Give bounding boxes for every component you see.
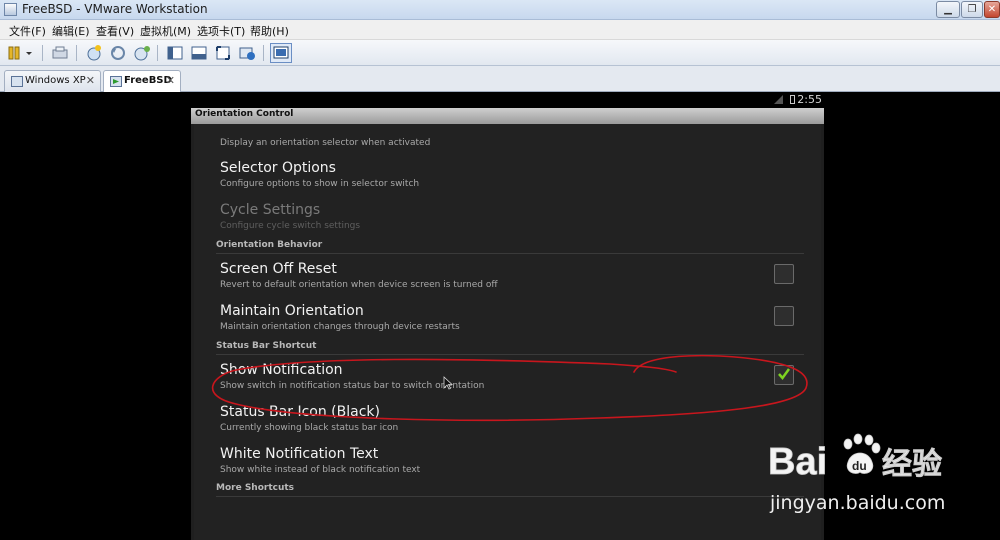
vmware-window: FreeBSD - VMware Workstation ▁ ❐ ✕ 文件(F)… <box>0 0 1000 540</box>
pref-maintain-orientation[interactable]: Maintain Orientation Maintain orientatio… <box>220 303 790 339</box>
title-bar: FreeBSD - VMware Workstation ▁ ❐ ✕ <box>0 0 1000 20</box>
menu-help[interactable]: 帮助(H) <box>250 23 289 39</box>
baidu-watermark-url: jingyan.baidu.com <box>770 492 946 514</box>
tab-label: FreeBSD <box>124 75 172 86</box>
menu-bar: 文件(F) 编辑(E) 查看(V) 虚拟机(M) 选项卡(T) 帮助(H) <box>0 20 1000 40</box>
vm-tab-bar: Windows XP ✕ FreeBSD ✕ <box>0 66 1000 92</box>
pref-white-notification-text[interactable]: White Notification Text Show white inste… <box>220 446 790 482</box>
menu-tabs[interactable]: 选项卡(T) <box>197 23 245 39</box>
send-ctrl-alt-del-icon[interactable] <box>51 44 69 62</box>
vm-running-icon <box>110 76 122 87</box>
pref-summary: Currently showing black status bar icon <box>220 423 399 433</box>
toolbar-separator <box>76 45 77 61</box>
pref-cycle-settings: Cycle Settings Configure cycle switch se… <box>220 202 790 238</box>
snapshot-icon[interactable] <box>85 44 103 62</box>
pref-title: Screen Off Reset <box>220 261 337 277</box>
partial-pref-summary: Display an orientation selector when act… <box>220 138 431 148</box>
svg-text:du: du <box>852 459 867 473</box>
screen-off-reset-checkbox[interactable] <box>774 264 794 284</box>
menu-vm[interactable]: 虚拟机(M) <box>140 23 191 39</box>
checkmark-icon <box>778 368 790 381</box>
svg-text:经验: 经验 <box>882 447 942 482</box>
toolbar-separator <box>263 45 264 61</box>
pref-selector-options[interactable]: Selector Options Configure options to sh… <box>220 160 790 196</box>
window-title: FreeBSD - VMware Workstation <box>22 2 208 16</box>
console-view-icon[interactable] <box>270 43 292 63</box>
minimize-button[interactable]: ▁ <box>936 1 960 18</box>
mouse-cursor-icon <box>443 376 453 390</box>
category-status-bar-shortcut: Status Bar Shortcut <box>216 341 317 351</box>
vm-icon <box>11 76 23 87</box>
toolbar <box>0 40 1000 66</box>
show-notification-checkbox[interactable] <box>774 365 794 385</box>
status-time: 2:55 <box>797 93 822 106</box>
tab-label: Windows XP <box>25 75 86 86</box>
pref-summary: Show white instead of black notification… <box>220 465 421 475</box>
signal-icon <box>774 95 783 104</box>
orientation-control-app: Orientation Control Display an orientati… <box>191 108 824 540</box>
maintain-orientation-checkbox[interactable] <box>774 306 794 326</box>
tab-freebsd[interactable]: FreeBSD ✕ <box>103 70 181 92</box>
battery-icon <box>790 95 795 104</box>
category-divider <box>216 496 804 497</box>
tab-windows-xp[interactable]: Windows XP ✕ <box>4 70 101 92</box>
menu-edit[interactable]: 编辑(E) <box>52 23 90 39</box>
svg-text:Bai: Bai <box>768 441 827 483</box>
unity-icon[interactable] <box>238 44 256 62</box>
pref-title: Cycle Settings <box>220 202 321 218</box>
pref-status-bar-icon[interactable]: Status Bar Icon (Black) Currently showin… <box>220 404 790 440</box>
thumbnail-bar-icon[interactable] <box>190 44 208 62</box>
baidu-paw-logo: Bai du 经验 <box>768 433 942 483</box>
pref-title: Maintain Orientation <box>220 303 364 319</box>
category-divider <box>216 253 804 254</box>
app-title: Orientation Control <box>195 109 294 119</box>
category-orientation-behavior: Orientation Behavior <box>216 240 323 250</box>
menu-view[interactable]: 查看(V) <box>96 23 134 39</box>
pref-summary: Maintain orientation changes through dev… <box>220 322 460 332</box>
pref-title: Selector Options <box>220 160 336 176</box>
baidu-watermark: Bai du 经验 jingyan.baidu.com <box>768 432 988 520</box>
android-status-bar: 2:55 <box>760 92 824 108</box>
snapshot-manager-icon[interactable] <box>133 44 151 62</box>
pref-title: Status Bar Icon (Black) <box>220 404 380 420</box>
full-screen-icon[interactable] <box>214 44 232 62</box>
pref-summary: Configure cycle switch settings <box>220 221 361 231</box>
pref-screen-off-reset[interactable]: Screen Off Reset Revert to default orien… <box>220 261 790 297</box>
app-title-bar: Orientation Control <box>191 108 824 124</box>
tab-close-icon[interactable]: ✕ <box>166 74 175 87</box>
category-more-shortcuts: More Shortcuts <box>216 483 295 493</box>
preferences-list[interactable]: Display an orientation selector when act… <box>194 124 821 540</box>
menu-file[interactable]: 文件(F) <box>9 23 46 39</box>
toolbar-separator <box>157 45 158 61</box>
pref-title: White Notification Text <box>220 446 379 462</box>
pref-title: Show Notification <box>220 362 343 378</box>
close-button[interactable]: ✕ <box>984 1 1000 18</box>
power-icon[interactable] <box>6 44 24 62</box>
maximize-button[interactable]: ❐ <box>961 1 983 18</box>
revert-snapshot-icon[interactable] <box>109 44 127 62</box>
show-sidebar-icon[interactable] <box>166 44 184 62</box>
pref-show-notification[interactable]: Show Notification Show switch in notific… <box>220 362 790 398</box>
power-dropdown-icon[interactable] <box>24 44 34 62</box>
pref-summary: Revert to default orientation when devic… <box>220 280 498 290</box>
vmware-app-icon <box>4 3 17 16</box>
toolbar-separator <box>42 45 43 61</box>
category-divider <box>216 354 804 355</box>
tab-close-icon[interactable]: ✕ <box>86 74 95 87</box>
pref-summary: Configure options to show in selector sw… <box>220 179 420 189</box>
